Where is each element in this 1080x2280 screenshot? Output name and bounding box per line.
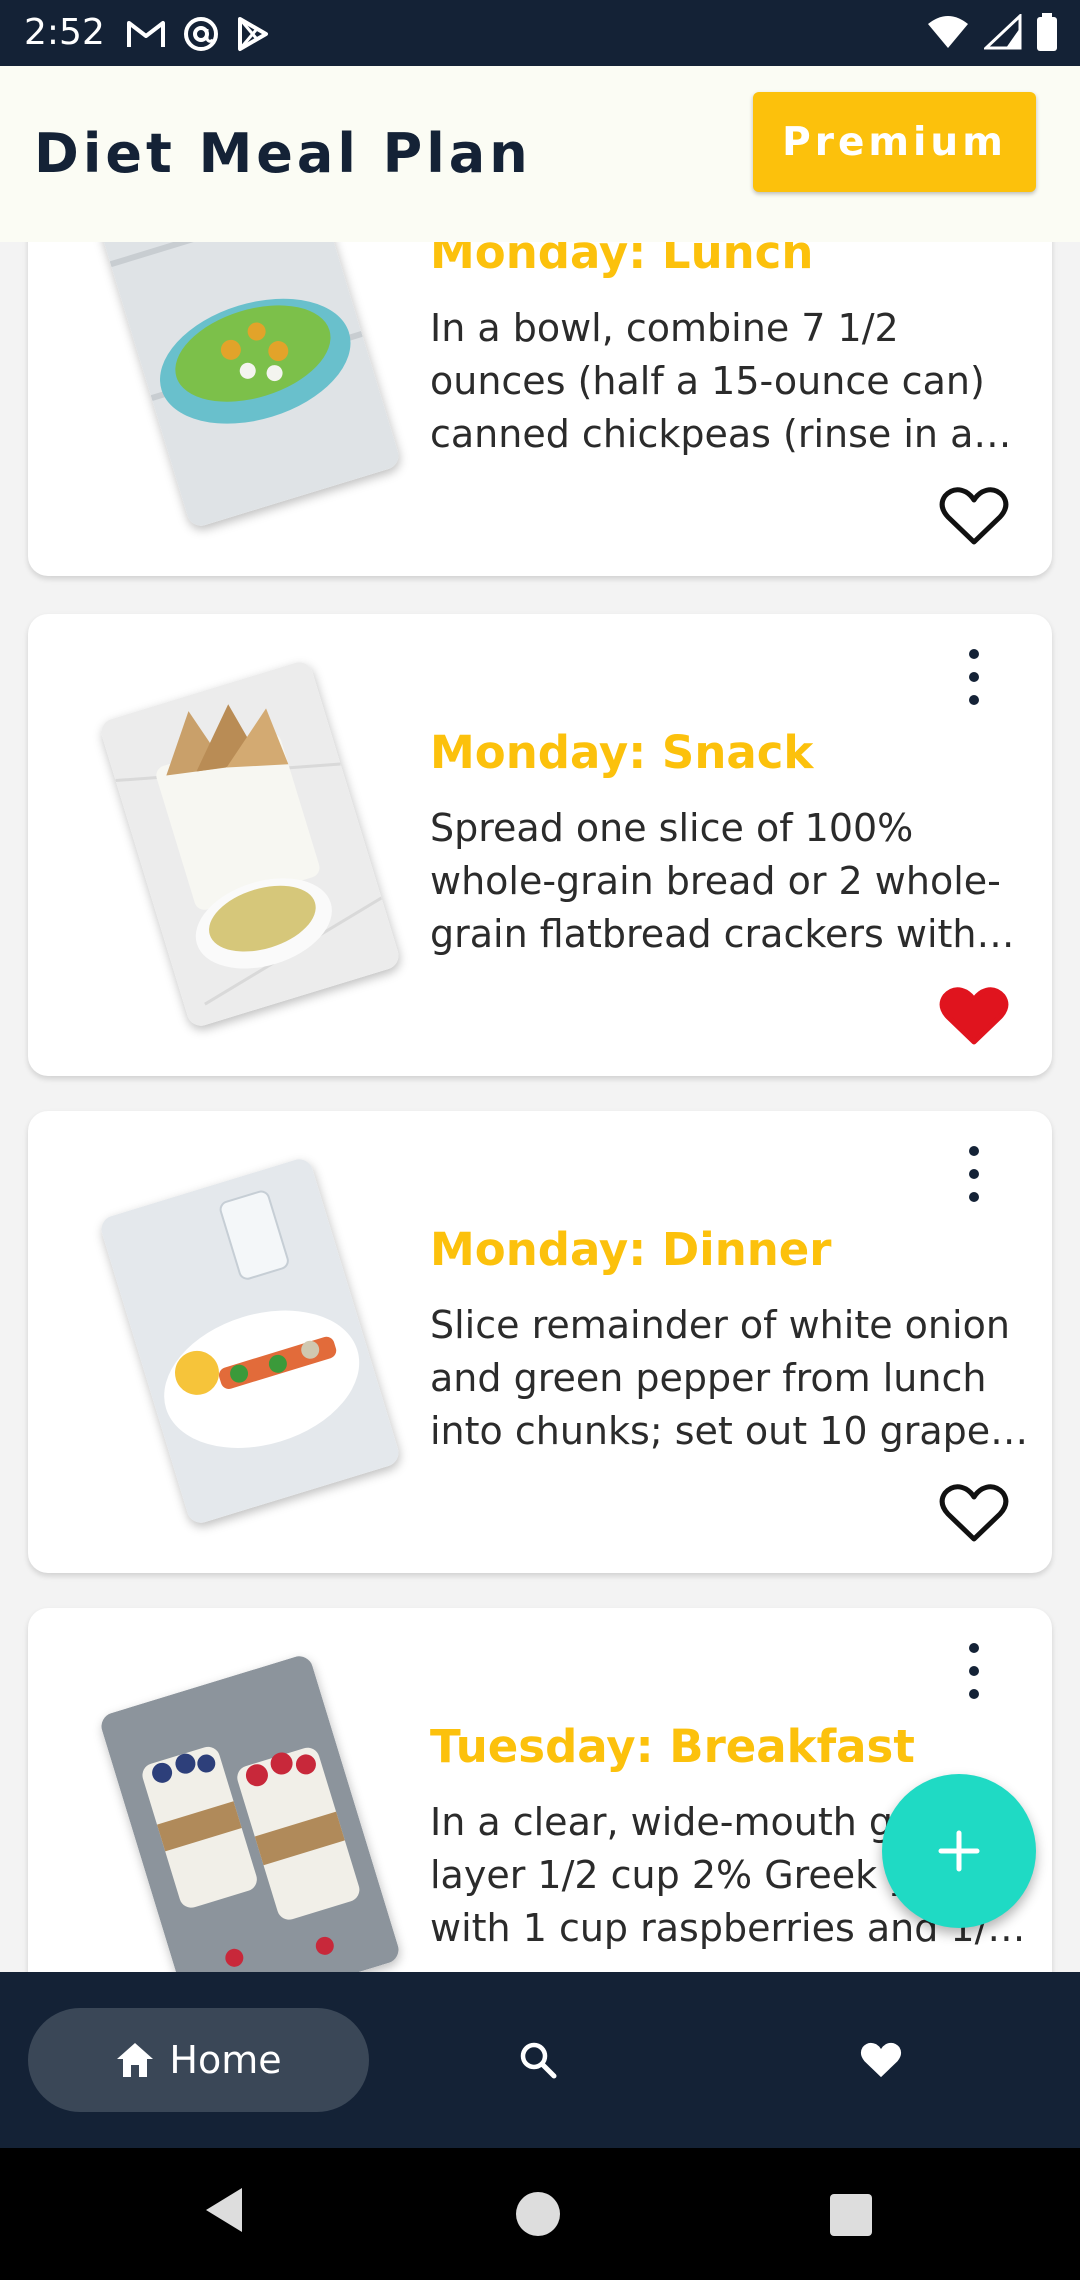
search-icon (520, 2042, 557, 2079)
meal-title: Monday: Dinner (430, 1223, 832, 1276)
nav-favorites-tab[interactable] (852, 2024, 910, 2096)
meal-description: Spread one slice of 100% whole-grain bre… (430, 806, 1001, 956)
cell-signal-icon (984, 14, 1022, 50)
meal-title: Monday: Snack (430, 726, 814, 779)
more-options-button[interactable] (954, 1139, 994, 1209)
meal-card[interactable]: Monday: Snack Spread one slice of 100% w… (28, 614, 1052, 1076)
meal-title: Tuesday: Breakfast (430, 1720, 915, 1773)
system-icons (926, 12, 1058, 52)
notification-icons (126, 14, 270, 54)
wifi-icon (928, 16, 968, 48)
add-button[interactable] (882, 1774, 1036, 1928)
nav-home-label: Home (169, 2038, 282, 2082)
back-icon[interactable] (200, 2184, 246, 2236)
system-navigation-bar (0, 2148, 1080, 2280)
app-title: Diet Meal Plan (34, 122, 532, 185)
status-bar: 2:52 (0, 0, 1080, 66)
home-system-button[interactable] (516, 2192, 560, 2236)
meal-list[interactable]: Monday: Lunch In a bowl, combine 7 1/2 o… (0, 242, 1080, 1972)
favorite-button[interactable] (938, 1481, 1010, 1545)
meal-description: Slice remainder of white onion and green… (430, 1303, 1010, 1453)
kebab-plate-image (98, 1155, 402, 1527)
app-bar: Diet Meal Plan Premium (0, 66, 1080, 242)
at-sign-icon (184, 17, 218, 51)
heart-filled-icon (939, 987, 1009, 1045)
more-options-button[interactable] (954, 1636, 994, 1706)
plus-icon (938, 1830, 980, 1872)
meal-card[interactable]: Monday: Lunch In a bowl, combine 7 1/2 o… (28, 242, 1052, 576)
more-options-button[interactable] (954, 642, 994, 712)
favorite-button[interactable] (938, 984, 1010, 1048)
nav-search-tab[interactable] (510, 2024, 566, 2096)
nav-home-tab[interactable]: Home (28, 2008, 369, 2112)
meal-card[interactable]: Monday: Dinner Slice remainder of white … (28, 1111, 1052, 1573)
status-time: 2:52 (24, 12, 105, 53)
favorite-button[interactable] (938, 484, 1010, 548)
premium-button[interactable]: Premium (753, 92, 1036, 192)
meal-card[interactable]: Tuesday: Breakfast In a clear, wide-mout… (28, 1608, 1052, 1972)
bottom-navigation: Home (0, 1972, 1080, 2148)
heart-outline-icon (939, 487, 1009, 545)
home-icon (117, 2043, 154, 2077)
heart-outline-icon (939, 1484, 1009, 1542)
salad-bowl-image (98, 242, 402, 530)
battery-icon (1037, 13, 1057, 51)
yogurt-parfait-image (98, 1652, 402, 1972)
recent-apps-button[interactable] (830, 2194, 872, 2236)
play-store-icon (238, 17, 268, 51)
heart-icon (860, 2042, 902, 2078)
hummus-crackers-image (98, 658, 402, 1030)
gmail-icon (127, 21, 165, 47)
meal-description: In a bowl, combine 7 1/2 ounces (half a … (430, 306, 985, 456)
meal-title: Monday: Lunch (430, 242, 814, 279)
